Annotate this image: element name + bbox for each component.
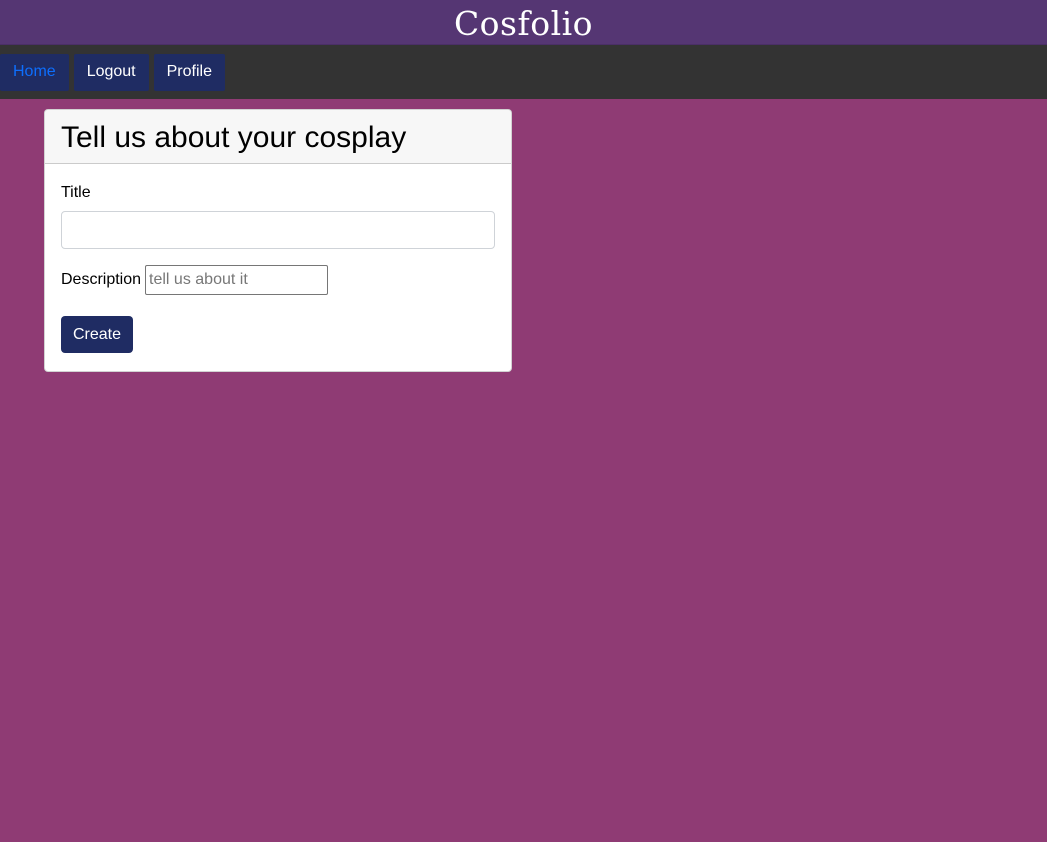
cosplay-form-card: Tell us about your cosplay Title Descrip… [44, 109, 512, 372]
card-header: Tell us about your cosplay [45, 110, 511, 164]
description-label: Description [61, 271, 142, 288]
form-heading: Tell us about your cosplay [61, 120, 407, 154]
nav-profile-button[interactable]: Profile [153, 53, 225, 91]
cosplay-form: Title Description Create [45, 184, 511, 353]
brand-bar: Cosfolio [0, 0, 1047, 45]
description-input[interactable] [145, 265, 329, 295]
nav-home-button[interactable]: Home [0, 53, 69, 91]
create-button[interactable]: Create [61, 316, 134, 353]
nav-bar: Home Logout Profile [0, 45, 1047, 99]
title-label: Title [61, 184, 91, 201]
description-row: Description [61, 265, 495, 295]
nav-logout-button[interactable]: Logout [73, 53, 149, 91]
title-input[interactable] [61, 211, 495, 249]
brand-title: Cosfolio [453, 3, 594, 43]
